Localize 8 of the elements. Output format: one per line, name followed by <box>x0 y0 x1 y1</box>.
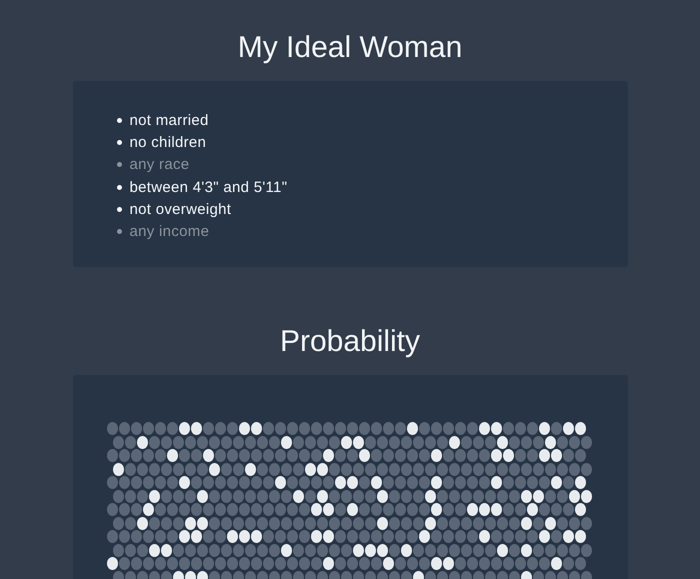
list-item: any income <box>130 223 210 240</box>
list-item: between 4'3" and 5'11" <box>130 178 288 196</box>
list-item: any race <box>130 156 190 174</box>
section-title: My Ideal Woman <box>238 30 462 66</box>
list-item: not married <box>130 112 209 129</box>
section-title: Probability <box>280 324 420 360</box>
list-item: no children <box>130 134 206 151</box>
list-item: not overweight <box>130 200 232 218</box>
